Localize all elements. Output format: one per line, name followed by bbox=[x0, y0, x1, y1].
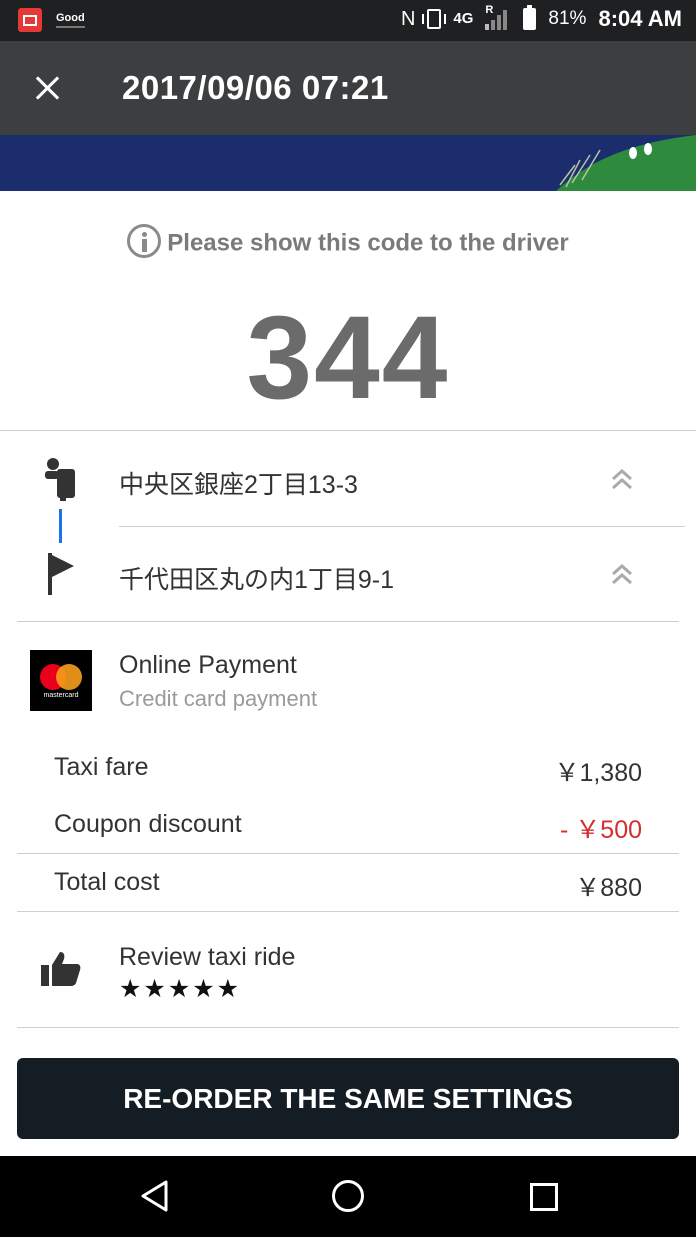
close-icon[interactable] bbox=[30, 71, 64, 105]
home-icon[interactable] bbox=[332, 1180, 364, 1212]
payment-method-subtitle: Credit card payment bbox=[119, 686, 318, 711]
total-cost-label: Total cost bbox=[54, 868, 160, 896]
ride-datetime-title: 2017/09/06 07:21 bbox=[122, 69, 389, 106]
payment-method-title: Online Payment bbox=[119, 651, 297, 679]
divider bbox=[17, 911, 679, 912]
info-icon bbox=[127, 224, 162, 258]
signal-icon: R bbox=[485, 4, 511, 30]
ride-code: 344 bbox=[246, 292, 450, 424]
divider bbox=[0, 430, 696, 431]
chevron-up-icon[interactable] bbox=[611, 563, 633, 585]
clock: 8:04 AM bbox=[598, 6, 682, 31]
pickup-address[interactable]: 中央区銀座2丁目13-3 bbox=[119, 465, 358, 501]
taxi-fare-value: ￥1,380 bbox=[554, 759, 642, 787]
nfc-icon: N bbox=[400, 7, 416, 30]
header-banner-image bbox=[0, 135, 696, 191]
review-title[interactable]: Review taxi ride bbox=[119, 943, 295, 972]
divider bbox=[17, 853, 679, 854]
driver-code-notice: Please show this code to the driver bbox=[0, 224, 696, 261]
divider bbox=[119, 526, 685, 527]
system-navigation-bar bbox=[0, 1156, 696, 1237]
divider bbox=[17, 621, 679, 622]
battery-icon bbox=[523, 5, 537, 30]
coupon-discount-value: - ￥500 bbox=[560, 816, 642, 844]
calendar-notification-icon bbox=[18, 8, 42, 32]
rating-stars[interactable]: ★★★★★ bbox=[119, 974, 241, 1004]
route-connector-line bbox=[59, 509, 62, 543]
mastercard-logo: mastercard bbox=[30, 650, 92, 711]
vibrate-icon bbox=[422, 9, 447, 29]
flag-destination-icon bbox=[48, 553, 74, 595]
status-bar: Good N 4G R 81% 8:04 AM bbox=[0, 0, 696, 41]
notice-text: Please show this code to the driver bbox=[167, 229, 569, 257]
roaming-indicator: R bbox=[485, 4, 494, 16]
good-notification-icon: Good bbox=[56, 12, 85, 28]
battery-percent: 81% bbox=[548, 8, 587, 29]
chevron-up-icon[interactable] bbox=[611, 468, 633, 490]
divider bbox=[17, 1027, 679, 1028]
taxi-fare-label: Taxi fare bbox=[54, 753, 149, 781]
thumbs-up-icon bbox=[41, 952, 81, 986]
back-icon[interactable] bbox=[140, 1179, 170, 1213]
total-cost-value: ￥880 bbox=[575, 874, 642, 902]
reorder-same-settings-button[interactable]: RE-ORDER THE SAME SETTINGS bbox=[17, 1058, 679, 1139]
recents-icon[interactable] bbox=[530, 1183, 558, 1211]
app-bar: 2017/09/06 07:21 bbox=[0, 41, 696, 135]
person-pickup-icon bbox=[45, 458, 75, 501]
coupon-discount-label: Coupon discount bbox=[54, 810, 242, 838]
hill-illustration bbox=[556, 135, 696, 191]
dropoff-address[interactable]: 千代田区丸の内1丁目9-1 bbox=[119, 560, 394, 596]
network-type: 4G bbox=[453, 10, 474, 27]
